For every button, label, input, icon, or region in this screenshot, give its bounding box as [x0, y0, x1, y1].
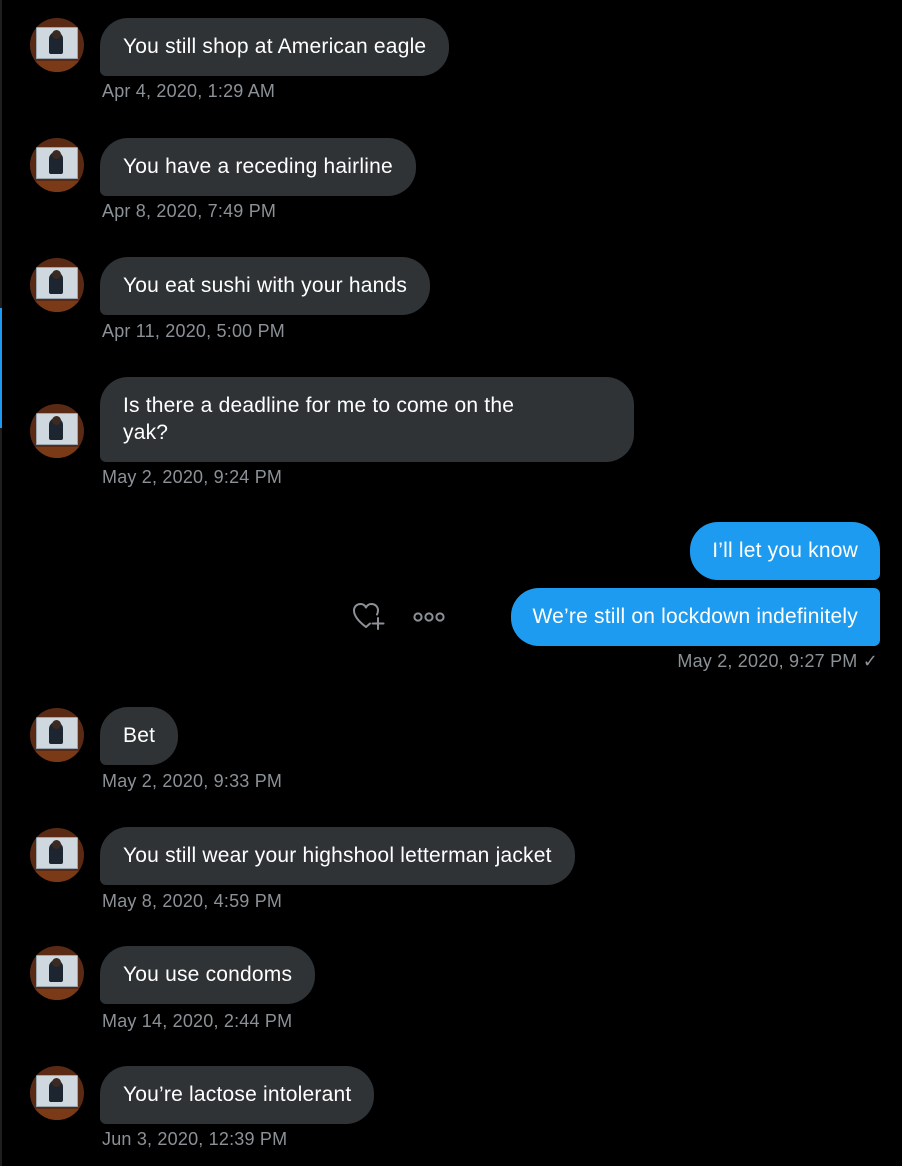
message-timestamp: May 2, 2020, 9:24 PM [102, 467, 283, 487]
message-text: You still wear your highshool letterman … [123, 844, 552, 867]
message-timestamp: May 2, 2020, 9:33 PM [102, 771, 283, 791]
message-text: You’re lactose intolerant [123, 1083, 352, 1106]
avatar[interactable] [30, 1066, 84, 1120]
message-text: You have a receding hairline [123, 155, 393, 178]
incoming-message-bubble[interactable]: You have a receding hairline [100, 138, 416, 196]
message-timestamp: May 8, 2020, 4:59 PM [102, 891, 283, 911]
message-timestamp: May 2, 2020, 9:27 PM ✓ [677, 651, 878, 672]
incoming-message-bubble[interactable]: You still wear your highshool letterman … [100, 827, 575, 885]
avatar[interactable] [30, 404, 84, 458]
outgoing-message-bubble[interactable]: We’re still on lockdown indefinitely [510, 588, 880, 646]
incoming-message-bubble[interactable]: Bet [100, 707, 179, 765]
incoming-message-bubble[interactable]: You use condoms [100, 946, 316, 1004]
message-text: Is there a deadline for me to come on th… [123, 394, 515, 417]
checkmark-icon: ✓ [862, 651, 878, 671]
avatar[interactable] [30, 138, 84, 192]
avatar[interactable] [30, 708, 84, 762]
incoming-message-bubble[interactable]: Is there a deadline for me to come on th… [100, 377, 634, 462]
message-timestamp: Apr 4, 2020, 1:29 AM [102, 81, 276, 101]
message-text: You eat sushi with your hands [123, 274, 408, 297]
incoming-message-bubble[interactable]: You eat sushi with your hands [100, 257, 431, 315]
message-timestamp: May 14, 2020, 2:44 PM [102, 1011, 293, 1031]
message-timestamp: Apr 11, 2020, 5:00 PM [102, 321, 285, 341]
message-text: You use condoms [123, 963, 293, 986]
timestamp-text: May 2, 2020, 9:27 PM [677, 651, 858, 671]
avatar[interactable] [30, 258, 84, 312]
left-panel-border [0, 0, 2, 1166]
message-text: I’ll let you know [712, 539, 858, 562]
avatar[interactable] [30, 946, 84, 1000]
message-text: We’re still on lockdown indefinitely [532, 605, 858, 628]
message-text: Bet [123, 724, 156, 747]
message-text: You still shop at American eagle [123, 35, 427, 58]
message-timestamp: Apr 8, 2020, 7:49 PM [102, 201, 277, 221]
outgoing-message-bubble[interactable]: I’ll let you know [690, 522, 880, 580]
avatar[interactable] [30, 828, 84, 882]
avatar[interactable] [30, 18, 84, 72]
left-panel-scroll-indicator [0, 308, 2, 428]
more-dots-icon[interactable] [413, 610, 445, 624]
incoming-message-bubble[interactable]: You’re lactose intolerant [100, 1066, 375, 1124]
message-timestamp: Jun 3, 2020, 12:39 PM [102, 1129, 288, 1149]
message-text-line-2: yak? [123, 421, 169, 444]
heart-plus-icon[interactable] [352, 601, 386, 631]
incoming-message-bubble[interactable]: You still shop at American eagle [100, 18, 450, 76]
